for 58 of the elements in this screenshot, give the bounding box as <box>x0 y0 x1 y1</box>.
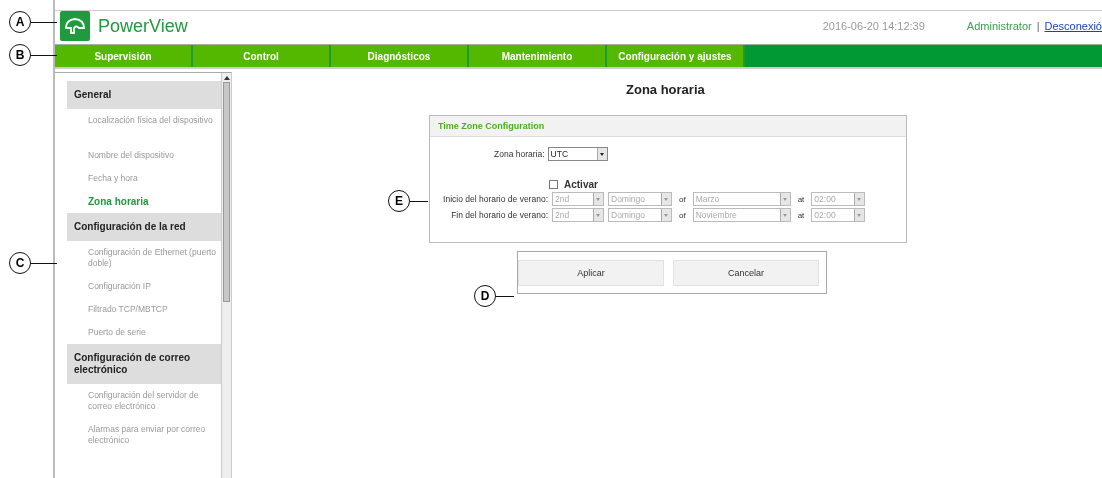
leader-line <box>31 21 57 23</box>
sidebar-item[interactable]: Filtrado TCP/MBTCP <box>67 298 221 321</box>
month-dropdown[interactable]: Noviembre <box>692 208 791 222</box>
connector-label: at <box>797 194 805 204</box>
week-dropdown[interactable]: 2nd <box>552 192 604 206</box>
sidebar-item[interactable]: Alarmas para enviar por correo electrónico <box>67 418 221 452</box>
nav-tab[interactable]: Configuración y ajustes <box>607 45 745 67</box>
connector-label: of <box>679 194 686 204</box>
sidebar-group-header: Configuración de correo electrónico <box>67 344 221 384</box>
scroll-thumb[interactable] <box>223 82 230 302</box>
time-dropdown[interactable]: 02:00 <box>811 208 866 222</box>
day-dropdown[interactable]: Domingo <box>608 192 672 206</box>
sidebar-item[interactable]: Puerto de serie <box>67 321 221 344</box>
leader-line <box>410 200 428 202</box>
checkbox[interactable] <box>549 180 558 189</box>
user-name: Administrator <box>966 20 1032 32</box>
month-dropdown[interactable]: Marzo <box>692 192 791 206</box>
sidebar-item[interactable]: Zona horaria <box>67 190 221 213</box>
sidebar-item[interactable]: Configuración de Ethernet (puerto doble) <box>67 241 221 275</box>
page-title: Zona horaria <box>626 82 705 97</box>
callout-marker: A <box>9 11 31 33</box>
date-time: 2016-06-20 14:12:39 <box>822 20 925 32</box>
sidebar-group-header: Configuración de la red <box>67 213 221 241</box>
logo-icon <box>60 11 90 41</box>
brand-name: PowerView <box>98 15 188 37</box>
leader-line <box>496 295 514 297</box>
sidebar-group-header: General <box>67 81 221 109</box>
leader-line <box>31 262 57 264</box>
callout-marker: D <box>474 285 496 307</box>
checkbox-label: Activar <box>564 179 598 190</box>
field-label: Zona horaria: <box>494 149 545 159</box>
logout-link[interactable]: Desconexió <box>1044 20 1102 32</box>
connector-label: of <box>679 210 686 220</box>
panel-title: Time Zone Configuration <box>438 121 545 131</box>
day-dropdown[interactable]: Domingo <box>608 208 672 222</box>
sidebar-item[interactable]: Configuración IP <box>67 275 221 298</box>
time-zone-dropdown[interactable]: UTC <box>547 147 608 161</box>
leader-line <box>31 54 57 56</box>
sidebar-item[interactable]: Localización física del dispositivo <box>67 109 221 144</box>
callout-marker: E <box>388 190 410 212</box>
callout-marker: C <box>9 252 31 274</box>
separator: | <box>1036 20 1040 32</box>
time-dropdown[interactable]: 02:00 <box>811 192 866 206</box>
sidebar-item[interactable]: Fecha y hora <box>67 167 221 190</box>
scrollbar[interactable] <box>221 73 231 478</box>
callout-marker: B <box>9 44 31 66</box>
nav-tab[interactable]: Supervisión <box>55 45 193 67</box>
field-label: Inicio del horario de verano: <box>442 194 548 204</box>
week-dropdown[interactable]: 2nd <box>552 208 604 222</box>
action-button[interactable]: Aplicar <box>518 259 664 286</box>
sidebar-item[interactable]: Configuración del servidor de correo electrónico <box>67 384 221 418</box>
nav-tab[interactable]: Mantenimiento <box>469 45 607 67</box>
nav-tab[interactable]: Control <box>193 45 331 67</box>
action-button[interactable]: Cancelar <box>673 259 819 286</box>
connector-label: at <box>797 210 805 220</box>
sidebar-item[interactable]: Nombre del dispositivo <box>67 144 221 167</box>
field-label: Fin del horario de verano: <box>450 210 548 220</box>
nav-tab[interactable]: Diagnósticos <box>331 45 469 67</box>
